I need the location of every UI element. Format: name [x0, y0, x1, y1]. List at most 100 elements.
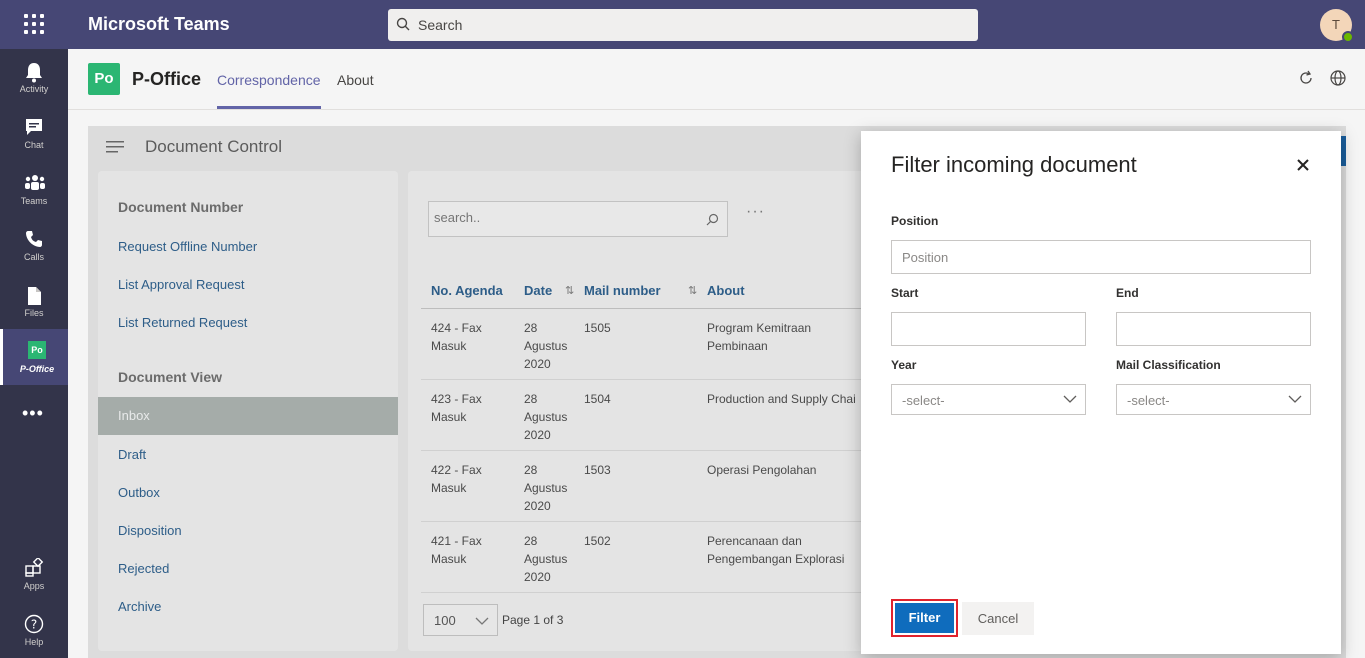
position-field[interactable]: Position [891, 240, 1311, 274]
cell-agenda: 424 - Fax Masuk [431, 319, 482, 355]
nav-request-offline-number[interactable]: Request Offline Number [118, 239, 257, 254]
section-title-document-number: Document Number [118, 199, 244, 215]
cell-mail-number: 1504 [584, 392, 611, 406]
rail-label: Chat [24, 140, 44, 150]
filter-button-label: Filter [895, 603, 954, 633]
refresh-icon[interactable] [1298, 70, 1314, 86]
global-search-input[interactable]: Search [388, 9, 978, 41]
cancel-button[interactable]: Cancel [962, 602, 1034, 635]
cell-text: 422 - Fax [431, 463, 482, 477]
rail-label: Calls [23, 252, 44, 262]
rail-label: P-Office [19, 364, 55, 374]
start-label: Start [891, 286, 919, 300]
cell-text: 2020 [524, 499, 551, 513]
position-label: Position [891, 214, 939, 228]
column-header-date[interactable]: Date [524, 283, 552, 298]
rail-item-p-office[interactable]: Po P-Office [0, 329, 68, 385]
more-options-icon[interactable]: ··· [746, 203, 765, 221]
cell-text: 28 [524, 321, 538, 335]
sort-icon[interactable]: ⇅ [688, 284, 697, 297]
end-label: End [1116, 286, 1139, 300]
nav-archive[interactable]: Archive [118, 599, 161, 614]
nav-outbox[interactable]: Outbox [118, 485, 160, 500]
page-title: Document Control [145, 137, 283, 156]
filter-dialog: Filter incoming document Position Positi… [861, 131, 1341, 654]
globe-icon[interactable] [1330, 70, 1346, 86]
cell-text: 2020 [524, 357, 551, 371]
document-search-input[interactable] [434, 210, 684, 225]
left-rail: Activity Chat Teams Calls Files Po P-Off… [0, 49, 68, 658]
rail-item-chat[interactable]: Chat [0, 105, 68, 161]
start-date-field[interactable] [891, 312, 1086, 346]
cell-text: Masuk [431, 552, 467, 566]
rail-item-files[interactable]: Files [0, 273, 68, 329]
document-nav-panel: Document Number Request Offline Number L… [98, 171, 398, 651]
rail-item-help[interactable]: ? Help [0, 602, 68, 658]
cell-text: Masuk [431, 339, 467, 353]
cell-agenda: 421 - Fax Masuk [431, 532, 482, 568]
chevron-down-icon [1288, 395, 1302, 403]
nav-inbox-label: Inbox [118, 408, 150, 423]
rail-label: Help [24, 637, 44, 647]
help-icon: ? [24, 614, 44, 634]
column-header-mail-number[interactable]: Mail number [584, 283, 661, 298]
table-row[interactable]: 423 - Fax Masuk 28 Agustus 2020 1504 Produc… [421, 380, 868, 451]
document-search-box[interactable] [428, 201, 728, 237]
apps-icon [25, 558, 44, 577]
rail-item-teams[interactable]: Teams [0, 161, 68, 217]
rail-item-activity[interactable]: Activity [0, 49, 68, 105]
rail-item-calls[interactable]: Calls [0, 217, 68, 273]
rail-item-more[interactable]: ••• [0, 385, 68, 441]
cell-text: Pengembangan Explorasi [707, 552, 845, 566]
search-placeholder: Search [418, 17, 463, 33]
cell-text: Pembinaan [707, 339, 768, 353]
year-label: Year [891, 358, 917, 372]
year-select-value: -select- [902, 393, 945, 408]
nav-rejected[interactable]: Rejected [118, 561, 169, 576]
nav-list-returned-request[interactable]: List Returned Request [118, 315, 247, 330]
search-icon[interactable] [706, 213, 719, 226]
rail-item-apps[interactable]: Apps [0, 546, 68, 602]
app-title: Microsoft Teams [88, 14, 230, 34]
teams-icon [25, 175, 45, 190]
tab-about[interactable]: About [337, 72, 374, 88]
hamburger-menu-icon[interactable] [106, 140, 126, 154]
cell-text: 421 - Fax [431, 534, 482, 548]
document-list-panel: ··· No. Agenda Date ⇅ Mail number ⇅ Abou… [408, 171, 868, 651]
cell-text: Operasi Pengolahan [707, 463, 817, 477]
cell-agenda: 423 - Fax Masuk [431, 390, 482, 426]
avatar[interactable]: T [1320, 9, 1354, 43]
table-row[interactable]: 424 - Fax Masuk 28 Agustus 2020 1505 Progra… [421, 309, 868, 380]
close-icon[interactable] [1294, 156, 1312, 174]
filter-button[interactable]: Filter [891, 599, 958, 637]
column-header-no-agenda[interactable]: No. Agenda [431, 283, 503, 298]
p-office-icon: Po [28, 341, 46, 359]
cell-text: 28 [524, 392, 538, 406]
teams-top-bar: Microsoft Teams Search T [0, 0, 1365, 49]
cell-date: 28 Agustus 2020 [524, 390, 567, 444]
search-icon [396, 17, 410, 31]
year-select[interactable]: -select- [891, 384, 1086, 415]
app-launcher-icon[interactable] [22, 12, 46, 36]
page-size-value: 100 [434, 613, 456, 628]
nav-draft[interactable]: Draft [118, 447, 146, 462]
table-row[interactable]: 421 - Fax Masuk 28 Agustus 2020 1502 Perenc… [421, 522, 868, 593]
tab-correspondence[interactable]: Correspondence [217, 72, 321, 88]
nav-inbox[interactable]: Inbox [98, 397, 398, 435]
end-date-field[interactable] [1116, 312, 1311, 346]
app-name: P-Office [132, 69, 202, 89]
app-header: Po P-Office Correspondence About [68, 49, 1365, 110]
avatar-initial: T [1332, 17, 1340, 32]
page-size-select[interactable]: 100 [423, 604, 498, 636]
rail-label: Apps [23, 581, 45, 591]
sort-icon[interactable]: ⇅ [565, 284, 574, 297]
cell-text: Masuk [431, 481, 467, 495]
mail-classification-select[interactable]: -select- [1116, 384, 1311, 415]
table-row[interactable]: 422 - Fax Masuk 28 Agustus 2020 1503 Operas… [421, 451, 868, 522]
nav-list-approval-request[interactable]: List Approval Request [118, 277, 244, 292]
presence-available-icon [1342, 31, 1354, 43]
column-header-about[interactable]: About [707, 283, 745, 298]
rail-label: Files [24, 308, 44, 318]
cell-text: Perencanaan dan [707, 534, 802, 548]
nav-disposition[interactable]: Disposition [118, 523, 182, 538]
